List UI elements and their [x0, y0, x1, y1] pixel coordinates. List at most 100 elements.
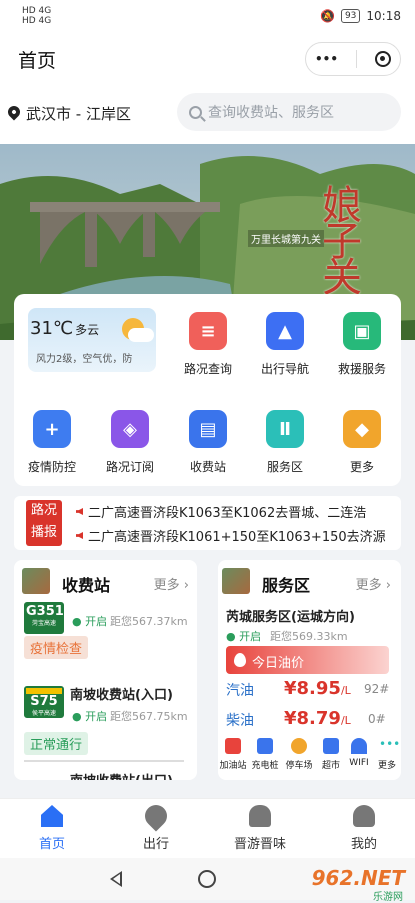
highway-sign-s75: S75 侯平高速: [24, 686, 64, 718]
status-bar: HD 4G HD 4G 🔕 93 10:18: [0, 0, 415, 34]
toll-name[interactable]: 南坡收费站(入口): [70, 684, 173, 703]
weather-temperature: 31℃: [30, 318, 74, 339]
tab-mine[interactable]: 我的: [324, 805, 404, 852]
search-icon: [189, 105, 202, 119]
more-dots-icon: •••: [379, 737, 401, 751]
quick-navigation[interactable]: ▲ 出行导航: [247, 312, 323, 377]
fuel-price: ¥8.95: [284, 678, 341, 699]
toll-thumbnail: [22, 568, 50, 594]
quick-rescue[interactable]: ▣ 救援服务: [324, 312, 400, 377]
toll-name[interactable]: 南坡收费站(出口): [70, 770, 173, 780]
page-title: 首页: [18, 50, 57, 72]
quick-service-area[interactable]: Ⅱ 服务区: [247, 410, 323, 475]
quick-more[interactable]: ◆ 更多: [324, 410, 400, 475]
back-icon[interactable]: [110, 871, 122, 887]
facility-more[interactable]: ••• 更多: [372, 738, 401, 771]
toll-status: ● 开启: [72, 615, 108, 628]
toll-status: ● 开启: [72, 710, 108, 723]
navigation-arrow-icon: ▲: [266, 312, 304, 350]
mini-program-capsule: •••: [305, 42, 401, 76]
toll-status-tag: 正常通行: [24, 732, 89, 755]
home-circle-icon[interactable]: [198, 870, 216, 888]
service-card-title: 服务区: [262, 576, 311, 595]
watermark-sub: 乐游网: [373, 892, 403, 903]
toolbox-icon: ▣: [343, 312, 381, 350]
facility-fuel[interactable]: 加油站: [218, 738, 248, 771]
service-name[interactable]: 芮城服务区(运城方向): [226, 606, 355, 625]
fuel-pump-icon: [225, 738, 241, 754]
news-badge: 路况 播报: [26, 500, 62, 546]
toll-more-link[interactable]: 更多 ›: [154, 574, 189, 593]
location-search-bar: 武汉市 - 江岸区 查询收费站、服务区: [0, 82, 415, 144]
grid-more-icon: ◆: [343, 410, 381, 448]
tab-travel[interactable]: 出行: [116, 800, 196, 852]
toll-status-tag: 疫情检查: [24, 636, 89, 659]
highway-sign-g3511: G3511 菏宝高速: [24, 602, 73, 634]
weather-condition: 多云: [75, 323, 100, 337]
oil-drop-icon: [234, 653, 246, 667]
facility-market[interactable]: 超市: [316, 738, 346, 771]
cart-icon: [323, 738, 339, 754]
news-item[interactable]: 二广高速晋济段K1061+150至K1063+150去济源: [88, 526, 386, 545]
fuel-type: 柴油: [226, 713, 254, 729]
tab-home[interactable]: 首页: [12, 805, 92, 852]
speaker-icon: [76, 532, 83, 539]
location-pin-icon: [5, 103, 23, 121]
weather-detail: 风力2级，空气优，防: [36, 354, 133, 365]
traffic-news-ticker: 路况 播报 二广高速晋济段K1063至K1062去晋城、二连浩 二广高速晋济段K1…: [14, 496, 401, 550]
burger-icon: [249, 805, 271, 827]
charging-icon: [257, 738, 273, 754]
cloud-icon: [128, 328, 154, 342]
service-more-link[interactable]: 更多 ›: [356, 574, 391, 593]
facility-parking[interactable]: 停车场: [284, 738, 314, 771]
bottom-tab-bar: 首页 出行 晋游晋味 我的: [0, 798, 415, 858]
watermark: 962.NET: [311, 866, 405, 890]
speaker-icon: [76, 508, 83, 515]
user-icon: [353, 805, 375, 827]
signal-indicator: HD 4G HD 4G: [22, 6, 52, 26]
tab-food[interactable]: 晋游晋味: [220, 805, 300, 852]
parking-icon: [291, 738, 307, 754]
search-placeholder: 查询收费站、服务区: [208, 105, 334, 121]
more-options-button[interactable]: •••: [315, 52, 338, 66]
shield-plus-icon: +: [33, 410, 71, 448]
facility-charging[interactable]: 充电桩: [250, 738, 280, 771]
wifi-icon: [351, 738, 367, 754]
news-item[interactable]: 二广高速晋济段K1063至K1062去晋城、二连浩: [88, 502, 366, 521]
fuel-grade: 0#: [368, 712, 386, 726]
service-thumbnail: [222, 568, 250, 594]
app-header: 首页 •••: [0, 34, 415, 82]
quick-epidemic[interactable]: + 疫情防控: [14, 410, 90, 475]
toll-card-title: 收费站: [62, 576, 111, 595]
banner-caption: 万里长城第九关: [248, 230, 324, 247]
map-pin-icon: [140, 800, 172, 832]
quick-actions-panel: 31℃ 多云 风力2级，空气优，防 ≡ 路况查询 ▲ 出行导航 ▣ 救援服务 + …: [14, 294, 401, 486]
oil-price-header: 今日油价: [226, 646, 389, 674]
home-icon: [41, 805, 63, 827]
search-input[interactable]: 查询收费站、服务区: [177, 93, 401, 131]
clock: 10:18: [366, 9, 401, 23]
quick-traffic-query[interactable]: ≡ 路况查询: [170, 312, 246, 377]
service-area-card: 服务区 更多 › 芮城服务区(运城方向) ● 开启 距您569.33km 今日油…: [218, 560, 401, 780]
toll-distance: 距您567.75km: [110, 710, 188, 723]
quick-subscribe[interactable]: ◈ 路况订阅: [92, 410, 168, 475]
service-status: ● 开启: [226, 630, 262, 643]
fuel-type: 汽油: [226, 683, 254, 699]
subscribe-icon: ◈: [111, 410, 149, 448]
toll-distance: 距您567.37km: [110, 615, 188, 628]
fuel-price: ¥8.79: [284, 708, 341, 729]
service-area-icon: Ⅱ: [266, 410, 304, 448]
fuel-grade: 92#: [364, 682, 390, 696]
battery-icon: 93: [340, 9, 361, 23]
toll-station-card: 收费站 更多 › G3511 菏宝高速 ● 开启 距您567.37km 疫情检查…: [14, 560, 197, 780]
quick-toll[interactable]: ▤ 收费站: [170, 410, 246, 475]
system-nav-bar: 962.NET 乐游网: [0, 858, 415, 903]
facility-wifi[interactable]: WIFI: [344, 738, 374, 768]
toll-station-icon: ▤: [189, 410, 227, 448]
weather-widget[interactable]: 31℃ 多云 风力2级，空气优，防: [28, 308, 156, 372]
traffic-light-icon: ≡: [189, 312, 227, 350]
mute-icon: 🔕: [320, 9, 335, 23]
location-selector[interactable]: 武汉市 - 江岸区: [26, 103, 131, 124]
service-distance: 距您569.33km: [270, 630, 348, 643]
close-miniprogram-icon[interactable]: [374, 51, 391, 67]
